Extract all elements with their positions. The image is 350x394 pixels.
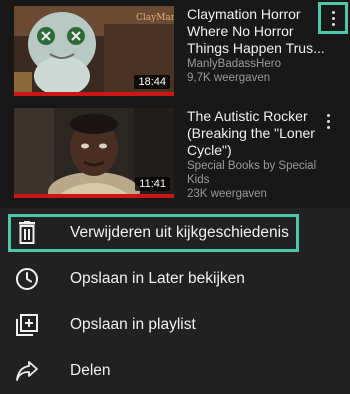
playlist-add-icon: [14, 312, 40, 338]
video-duration: 11:41: [135, 177, 170, 191]
video-info[interactable]: The Autistic Rocker (Breaking the "Loner…: [187, 108, 327, 201]
dot: [326, 113, 330, 117]
menu-item-label: Verwijderen uit kijkgeschiedenis: [70, 224, 289, 241]
dot: [331, 22, 335, 26]
more-options-button[interactable]: [318, 2, 348, 34]
menu-item-label: Delen: [70, 362, 111, 379]
context-menu: Verwijderen uit kijkgeschiedenis Opslaan…: [0, 208, 350, 394]
watch-progress-bar: [14, 92, 174, 96]
video-title: Claymation Horror Where No Horror Things…: [187, 6, 325, 56]
thumbnail-logo-text: ClayMan: [136, 13, 174, 23]
share-icon: [14, 358, 40, 384]
video-thumbnail[interactable]: ClayMan 18:44: [14, 6, 174, 96]
video-channel: ManlyBadassHero: [187, 58, 281, 70]
trash-icon: [14, 220, 40, 246]
clock-icon: [14, 266, 40, 292]
menu-item-label: Opslaan in playlist: [70, 316, 196, 333]
menu-item-save-playlist[interactable]: Opslaan in playlist: [0, 302, 350, 348]
video-item[interactable]: 11:41 The Autistic Rocker (Breaking the …: [0, 104, 350, 200]
menu-item-remove-from-history[interactable]: Verwijderen uit kijkgeschiedenis: [0, 210, 350, 256]
video-views: 9,7K weergaven: [187, 72, 271, 84]
menu-item-watch-later[interactable]: Opslaan in Later bekijken: [0, 256, 350, 302]
dot: [331, 16, 335, 20]
video-item[interactable]: ClayMan 18:44 Claymation Horror Where No…: [0, 2, 350, 96]
dot: [326, 119, 330, 123]
dot: [326, 125, 330, 129]
video-list: ClayMan 18:44 Claymation Horror Where No…: [0, 0, 350, 208]
video-duration: 18:44: [134, 75, 170, 89]
video-channel: Special Books by Special Kids: [187, 160, 317, 186]
menu-item-share[interactable]: Delen: [0, 348, 350, 394]
video-views: 23K weergaven: [187, 188, 267, 200]
more-options-button[interactable]: [316, 108, 340, 134]
video-title: The Autistic Rocker (Breaking the "Loner…: [187, 108, 315, 158]
video-thumbnail[interactable]: 11:41: [14, 108, 174, 198]
dot: [331, 10, 335, 14]
watch-progress-bar: [14, 194, 174, 198]
video-info[interactable]: Claymation Horror Where No Horror Things…: [187, 6, 327, 85]
menu-item-label: Opslaan in Later bekijken: [70, 270, 245, 287]
